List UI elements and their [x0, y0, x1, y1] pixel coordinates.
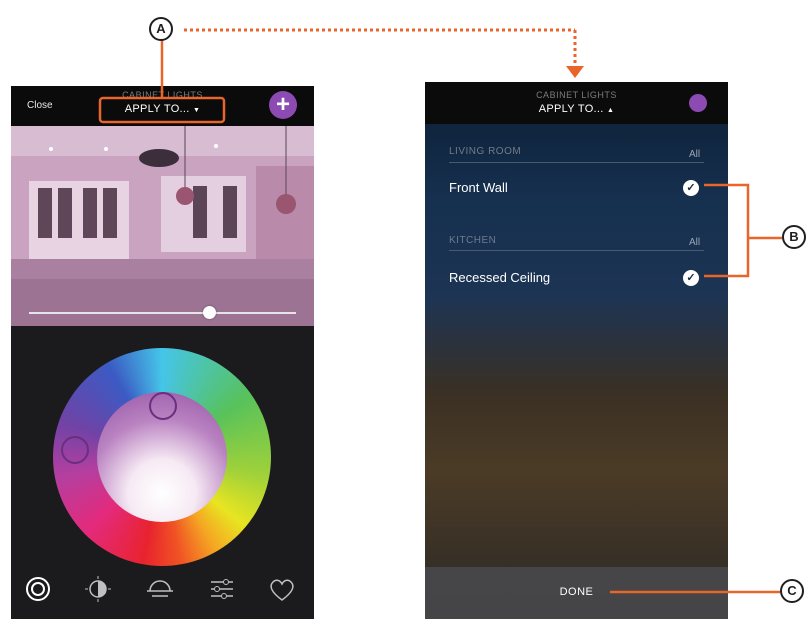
callout-b-badge: B	[782, 225, 806, 249]
callout-b-bracket	[704, 183, 750, 278]
callout-c-badge: C	[780, 579, 804, 603]
annotation-overlay	[98, 28, 782, 594]
callout-a-highlight-box	[98, 96, 226, 124]
callout-a-badge: A	[149, 17, 173, 41]
arrow-down-icon	[566, 66, 584, 78]
